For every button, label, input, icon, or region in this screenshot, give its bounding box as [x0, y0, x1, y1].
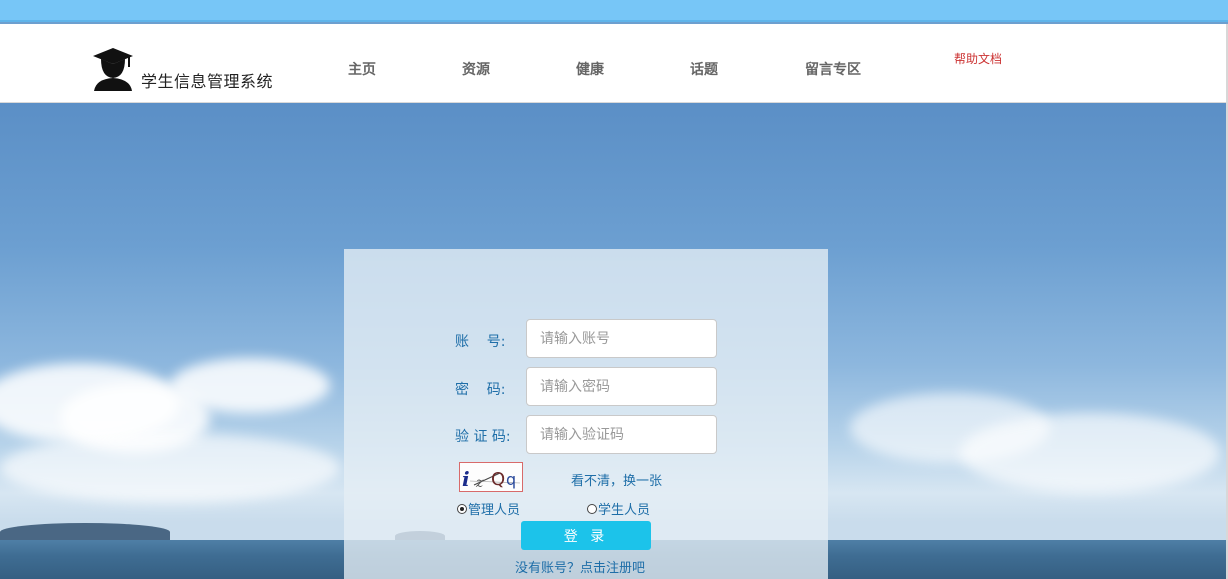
captcha-input[interactable] [526, 415, 717, 454]
register-link[interactable]: 没有账号？点击注册吧 [515, 557, 645, 576]
role-student-radio[interactable]: 学生人员 [587, 499, 650, 518]
password-label: 密 码: [455, 382, 506, 398]
role-admin-radio[interactable]: 管理人员 [457, 499, 520, 518]
help-docs-link[interactable]: 帮助文档 [954, 50, 1002, 67]
role-student-label: 学生人员 [598, 503, 651, 518]
cloud [960, 413, 1220, 493]
nav-home[interactable]: 主页 [348, 59, 376, 79]
radio-checked-icon[interactable] [457, 503, 467, 514]
svg-text:i: i [462, 467, 470, 491]
captcha-refresh-link[interactable]: 看不清，换一张 [571, 470, 662, 489]
cloud [170, 358, 330, 413]
role-admin-label: 管理人员 [468, 503, 521, 518]
login-panel: 账 号: 密 码: 验 证 码: i z Q q 看不清，换一张 管理人员 学生… [344, 249, 828, 579]
login-button[interactable]: 登 录 [521, 521, 651, 550]
nav-resources[interactable]: 资源 [462, 59, 490, 79]
radio-unchecked-icon[interactable] [587, 503, 597, 514]
svg-text:Q: Q [491, 469, 505, 490]
top-color-bar [0, 0, 1228, 22]
site-title: 学生信息管理系统 [141, 72, 274, 91]
island [0, 523, 170, 541]
account-input[interactable] [526, 319, 717, 358]
nav-message-board[interactable]: 留言专区 [805, 59, 861, 79]
site-header: 学生信息管理系统 主页 资源 健康 话题 留言专区 帮助文档 [0, 24, 1228, 103]
account-label: 账 号: [455, 334, 506, 350]
svg-text:q: q [506, 470, 516, 489]
svg-text:z: z [475, 475, 484, 491]
cloud [0, 433, 340, 503]
nav-topics[interactable]: 话题 [690, 59, 718, 79]
nav-health[interactable]: 健康 [576, 59, 604, 79]
captcha-image[interactable]: i z Q q [459, 462, 523, 492]
password-input[interactable] [526, 367, 717, 406]
graduate-student-icon [93, 48, 133, 91]
captcha-label: 验 证 码: [455, 429, 511, 445]
